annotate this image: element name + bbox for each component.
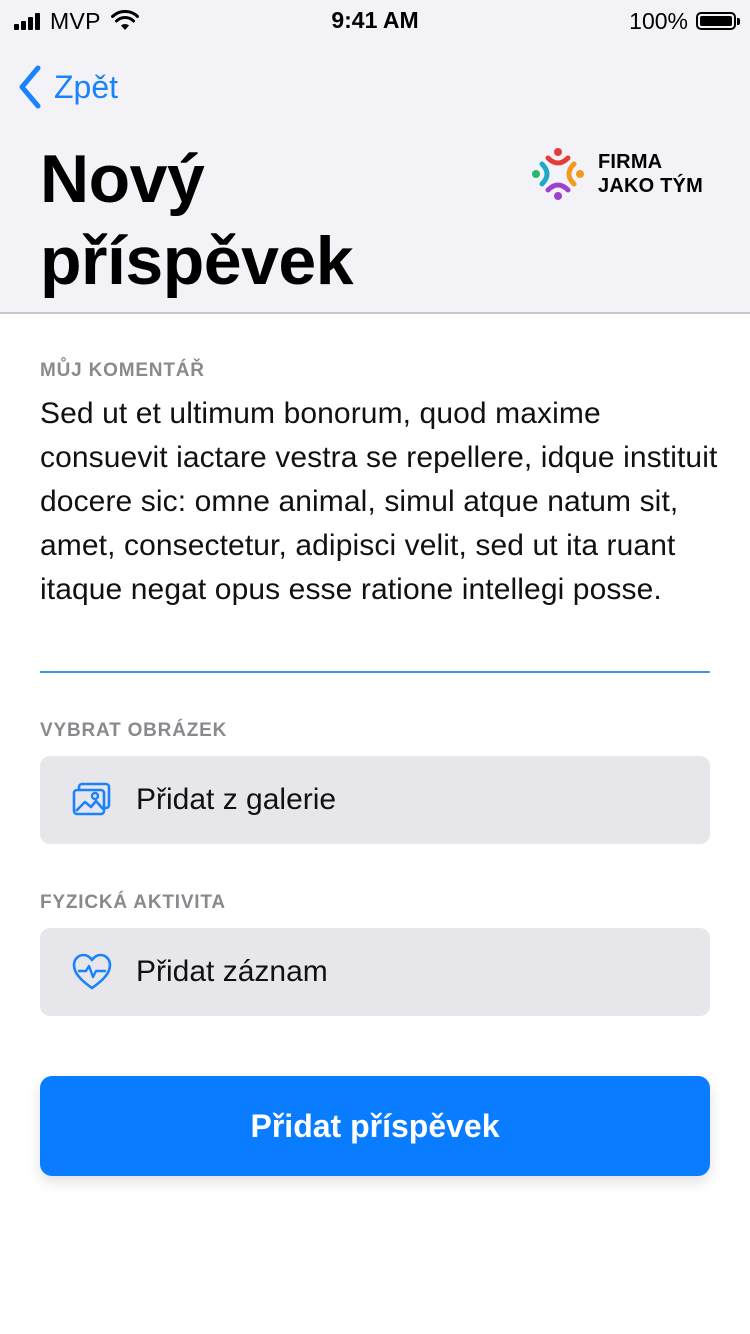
status-right: 100% [629,7,740,35]
logo-text-line1: FIRMA [598,151,663,173]
chevron-left-icon [19,65,41,109]
heart-pulse-icon [70,950,114,994]
add-record-label: Přidat záznam [136,955,328,988]
add-from-gallery-button[interactable]: Přidat z galerie [40,756,710,844]
status-bar: MVP 9:41 AM 100% [0,0,750,40]
page-title-line1: Nový [40,141,205,217]
brand-logo: FIRMA JAKO TÝM [530,146,703,202]
comment-underline [40,671,710,673]
add-from-gallery-label: Přidat z galerie [136,783,337,816]
add-record-button[interactable]: Přidat záznam [40,928,710,1016]
battery-icon [696,12,740,30]
gallery-icon [70,778,114,822]
battery-percent: 100% [629,7,688,34]
page-title: Nový příspěvek [40,138,480,302]
activity-section-label: FYZICKÁ AKTIVITA [40,892,226,913]
logo-text: FIRMA JAKO TÝM [598,150,703,198]
team-logo-icon [532,148,584,200]
header: MVP 9:41 AM 100% Zpět Nový příspěvek FIR… [0,0,750,314]
new-post-screen: MVP 9:41 AM 100% Zpět Nový příspěvek FIR… [0,0,750,1334]
comment-section-label: MŮJ KOMENTÁŘ [40,360,205,381]
logo-text-line2: JAKO TÝM [598,175,703,197]
image-section-label: VYBRAT OBRÁZEK [40,720,228,741]
page-title-line2: příspěvek [40,223,354,299]
comment-textarea[interactable]: Sed ut et ultimum bonorum, quod maxime c… [40,392,720,612]
back-label: Zpět [54,68,119,105]
add-post-button[interactable]: Přidat příspěvek [40,1076,710,1176]
back-button[interactable]: Zpět [16,62,118,112]
